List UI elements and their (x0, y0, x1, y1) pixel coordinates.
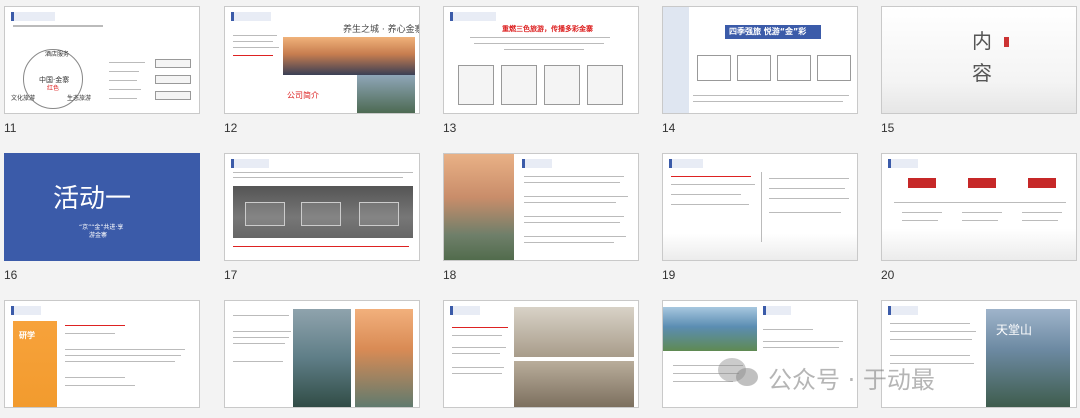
poster-label: 研学 (19, 331, 35, 340)
slide-title: 内 (972, 29, 992, 53)
slide-subtitle: 游金寨 (89, 232, 108, 239)
slide-20-preview (881, 153, 1077, 261)
slide-title: 容 (972, 61, 992, 85)
slide-17-preview (224, 153, 420, 261)
slide-number: 17 (224, 268, 238, 282)
slide-number: 14 (662, 121, 676, 135)
slide-21-preview: 研学 (4, 300, 200, 408)
slide-18-preview (443, 153, 639, 261)
slide-number: 15 (881, 121, 895, 135)
slide-number: 18 (443, 268, 457, 282)
node-label: 生态旅游 (67, 95, 92, 102)
slide-number: 13 (443, 121, 457, 135)
slide-title: 养生之城 · 养心金寨 (343, 25, 420, 35)
slide-14-preview: 四季强旅 悦游“金”彩 (662, 6, 858, 114)
watermark-text: 公众号 · 于动最 (768, 366, 935, 394)
slide-number: 12 (224, 121, 238, 135)
slide-title: 活动一 (53, 184, 132, 214)
slide-title: 重燃三色旅游，传播多彩金寨 (502, 25, 593, 33)
tag-label: 红色 (47, 85, 60, 92)
node-label: 文化旅游 (11, 95, 36, 102)
slide-22-preview (224, 300, 420, 408)
slide-11-preview: 中国·金寨 红色 酒店服务 文化旅游 生态旅游 (4, 6, 200, 114)
slide-subtitle: “京”“金”共进·享 (79, 224, 124, 231)
slide-15-preview: 内 容 (881, 6, 1077, 114)
slide-19-preview (662, 153, 858, 261)
slide-number: 20 (881, 268, 895, 282)
slide-title: 四季强旅 悦游“金”彩 (729, 27, 807, 36)
slide-12-preview: 养生之城 · 养心金寨 公司简介 (224, 6, 420, 114)
slide-sorter-grid: 中国·金寨 红色 酒店服务 文化旅游 生态旅游 11 养生之城 · 养心金寨 公… (0, 0, 1080, 418)
poster-title: 天堂山 (996, 323, 1033, 337)
slide-16-preview: 活动一 “京”“金”共进·享 游金寨 (4, 153, 200, 261)
caption: 公司简介 (287, 91, 319, 100)
wechat-icon (736, 368, 758, 386)
slide-23-preview (443, 300, 639, 408)
center-label: 中国·金寨 (39, 76, 70, 84)
slide-number: 16 (4, 268, 18, 282)
slide-number: 19 (662, 268, 676, 282)
node-label: 酒店服务 (45, 51, 70, 58)
slide-number: 11 (4, 121, 17, 135)
slide-13-preview: 重燃三色旅游，传播多彩金寨 (443, 6, 639, 114)
